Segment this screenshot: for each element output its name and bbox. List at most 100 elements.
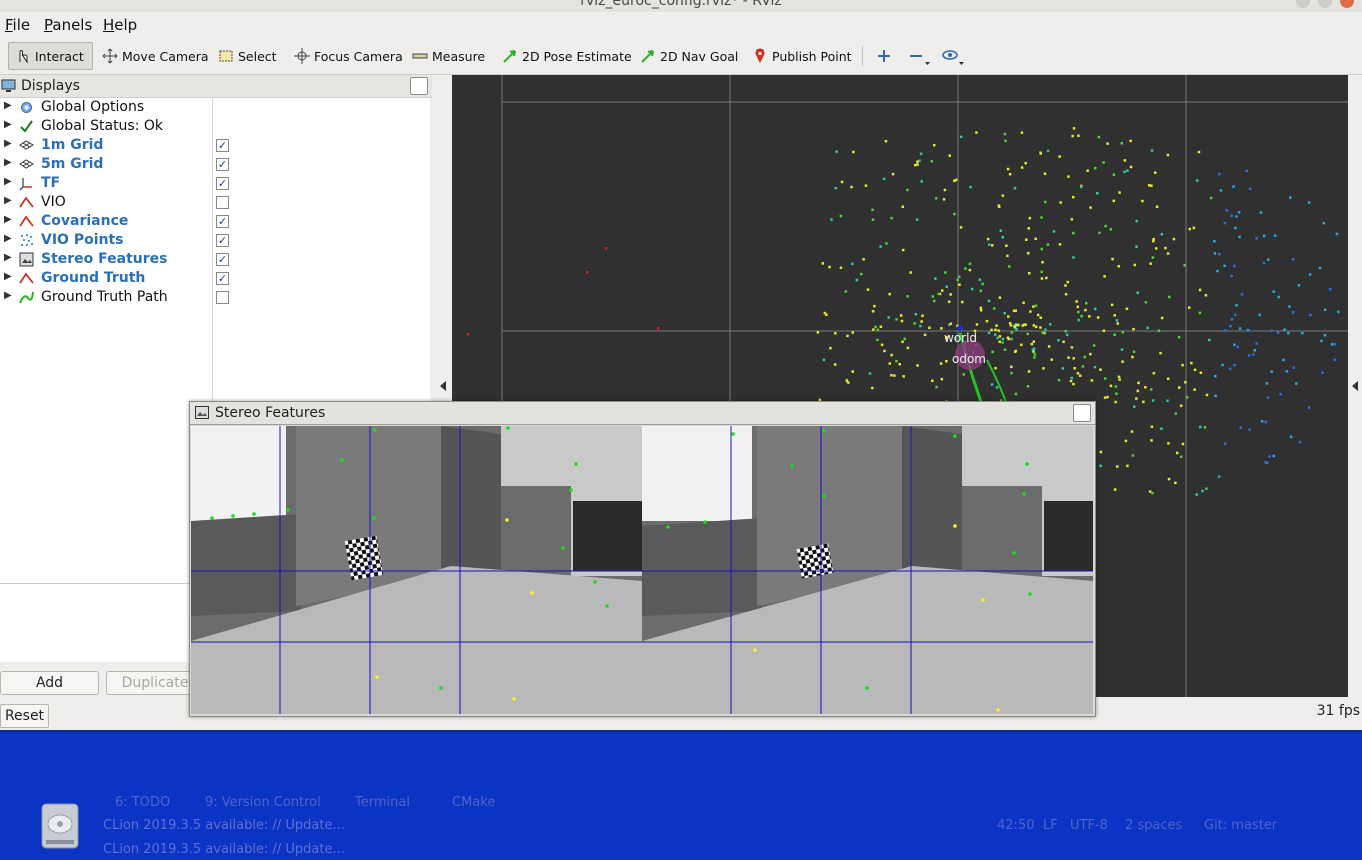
- display-item-ground-truth-path[interactable]: ▶ Ground Truth Path: [0, 288, 430, 307]
- display-enabled-checkbox[interactable]: ✓: [216, 215, 229, 228]
- undock-button[interactable]: [410, 77, 428, 95]
- odometry-icon: [19, 214, 34, 229]
- reset-button[interactable]: Reset: [0, 704, 49, 728]
- monitor-icon: [1, 79, 16, 92]
- expand-arrow-icon[interactable]: ▶: [4, 195, 12, 206]
- display-enabled-checkbox[interactable]: ✓: [216, 253, 229, 266]
- focus-camera-label: Focus Camera: [314, 48, 403, 64]
- publish-point-tool-button[interactable]: Publish Point: [746, 42, 858, 70]
- ide-tab-cmake: CMake: [452, 795, 496, 810]
- move-camera-tool-button[interactable]: Move Camera: [96, 42, 215, 70]
- menu-file[interactable]: File: [5, 16, 30, 34]
- display-enabled-checkbox[interactable]: [216, 196, 229, 209]
- drive-icon[interactable]: [38, 802, 82, 850]
- remove-tool-icon[interactable]: [908, 48, 932, 66]
- display-enabled-checkbox[interactable]: ✓: [216, 272, 229, 285]
- displays-title: Displays: [21, 78, 80, 94]
- measure-tool-button[interactable]: Measure: [406, 42, 491, 70]
- ide-status-line-2: CLion 2019.3.5 available: // Update...: [103, 842, 345, 857]
- display-item-vio-points[interactable]: ▶ VIO Points ✓: [0, 231, 430, 250]
- expand-arrow-icon[interactable]: ▶: [4, 176, 12, 187]
- 2d-pose-estimate-tool-button[interactable]: 2D Pose Estimate: [496, 42, 638, 70]
- collapse-left-arrow-icon[interactable]: [440, 381, 446, 391]
- display-item-ground-truth[interactable]: ▶ Ground Truth ✓: [0, 269, 430, 288]
- stereo-window-title-bar[interactable]: Stereo Features: [190, 402, 1095, 425]
- display-item-covariance[interactable]: ▶ Covariance ✓: [0, 212, 430, 231]
- expand-arrow-icon[interactable]: ▶: [4, 214, 12, 225]
- image-icon: [195, 406, 209, 419]
- ide-tab-version-control: 9: Version Control: [205, 795, 321, 810]
- stereo-window-title: Stereo Features: [215, 405, 326, 421]
- grid-icon: [19, 157, 35, 172]
- eye-visibility-icon[interactable]: [940, 48, 966, 66]
- display-enabled-checkbox[interactable]: [216, 291, 229, 304]
- interact-tool-button[interactable]: Interact: [8, 42, 93, 70]
- ide-tab-todo: 6: TODO: [115, 795, 171, 810]
- stereo-image-view: [191, 426, 1093, 714]
- display-item-label: Ground Truth Path: [41, 289, 168, 305]
- ide-line-ending: LF: [1043, 818, 1058, 833]
- 2d-pose-estimate-label: 2D Pose Estimate: [522, 48, 632, 64]
- expand-right-arrow-icon[interactable]: [1352, 381, 1358, 391]
- add-tool-icon[interactable]: [876, 48, 892, 64]
- hand-pointer-icon: [19, 49, 28, 64]
- window-title: rviz_euroc_config.rviz* - RViz: [580, 0, 782, 9]
- display-item-global-status-ok[interactable]: ▶ Global Status: Ok: [0, 117, 430, 136]
- stereo-features-window[interactable]: Stereo Features: [189, 401, 1096, 717]
- expand-arrow-icon[interactable]: ▶: [4, 290, 12, 301]
- display-item-vio[interactable]: ▶ VIO: [0, 193, 430, 212]
- add-display-button[interactable]: Add: [0, 671, 99, 695]
- display-item-label: Stereo Features: [41, 251, 168, 267]
- select-label: Select: [238, 48, 277, 64]
- display-item-1m-grid[interactable]: ▶ 1m Grid ✓: [0, 136, 430, 155]
- display-enabled-checkbox[interactable]: ✓: [216, 177, 229, 190]
- map-pin-icon: [755, 48, 765, 63]
- check-icon: [19, 119, 34, 134]
- display-item-label: Global Options: [41, 99, 145, 115]
- menu-help[interactable]: Help: [103, 16, 137, 34]
- ide-status-line-1: CLion 2019.3.5 available: // Update...: [103, 818, 345, 833]
- displays-panel-header: Displays: [0, 75, 432, 98]
- measure-label: Measure: [432, 48, 486, 64]
- stereo-camera-image: [191, 426, 1093, 714]
- display-enabled-checkbox[interactable]: ✓: [216, 139, 229, 152]
- publish-point-label: Publish Point: [772, 48, 852, 64]
- display-item-stereo-features[interactable]: ▶ Stereo Features ✓: [0, 250, 430, 269]
- ide-git-branch: Git: master: [1204, 818, 1278, 833]
- 2d-nav-goal-label: 2D Nav Goal: [660, 48, 739, 64]
- focus-camera-tool-button[interactable]: Focus Camera: [288, 42, 409, 70]
- tf-axes-icon: [19, 176, 34, 191]
- menu-panels[interactable]: Panels: [44, 16, 92, 34]
- expand-arrow-icon[interactable]: ▶: [4, 157, 12, 168]
- display-item-label: TF: [41, 175, 61, 191]
- vio-trajectory: [986, 359, 1008, 406]
- display-item-tf[interactable]: ▶ TF ✓: [0, 174, 430, 193]
- toolbar-separator: [862, 46, 863, 66]
- 2d-nav-goal-tool-button[interactable]: 2D Nav Goal: [634, 42, 744, 70]
- expand-arrow-icon[interactable]: ▶: [4, 100, 12, 111]
- expand-arrow-icon[interactable]: ▶: [4, 271, 12, 282]
- expand-arrow-icon[interactable]: ▶: [4, 252, 12, 263]
- menu-bar: File Panels Help: [0, 12, 1362, 38]
- expand-arrow-icon[interactable]: ▶: [4, 233, 12, 244]
- display-enabled-checkbox[interactable]: ✓: [216, 234, 229, 247]
- expand-arrow-icon[interactable]: ▶: [4, 119, 12, 130]
- image-icon: [19, 252, 34, 267]
- expand-arrow-icon[interactable]: ▶: [4, 138, 12, 149]
- display-item-label: Covariance: [41, 213, 129, 229]
- window-title-bar: rviz_euroc_config.rviz* - RViz: [0, 0, 1362, 12]
- display-item-label: Ground Truth: [41, 270, 146, 286]
- select-tool-button[interactable]: Select: [212, 42, 283, 70]
- display-item-label: VIO: [41, 194, 66, 210]
- display-enabled-checkbox[interactable]: ✓: [216, 158, 229, 171]
- display-item-5m-grid[interactable]: ▶ 5m Grid ✓: [0, 155, 430, 174]
- fps-readout: 31 fps: [1316, 703, 1360, 719]
- ruler-icon: [412, 53, 428, 59]
- display-item-global-options[interactable]: ▶ Global Options: [0, 98, 430, 117]
- odometry-icon: [19, 271, 34, 286]
- stereo-undock-button[interactable]: [1073, 404, 1091, 422]
- move-arrows-icon: [102, 48, 118, 64]
- display-item-label: 1m Grid: [41, 137, 104, 153]
- right-panel-splitter[interactable]: [1348, 75, 1362, 697]
- green-arrow-icon: [641, 50, 654, 63]
